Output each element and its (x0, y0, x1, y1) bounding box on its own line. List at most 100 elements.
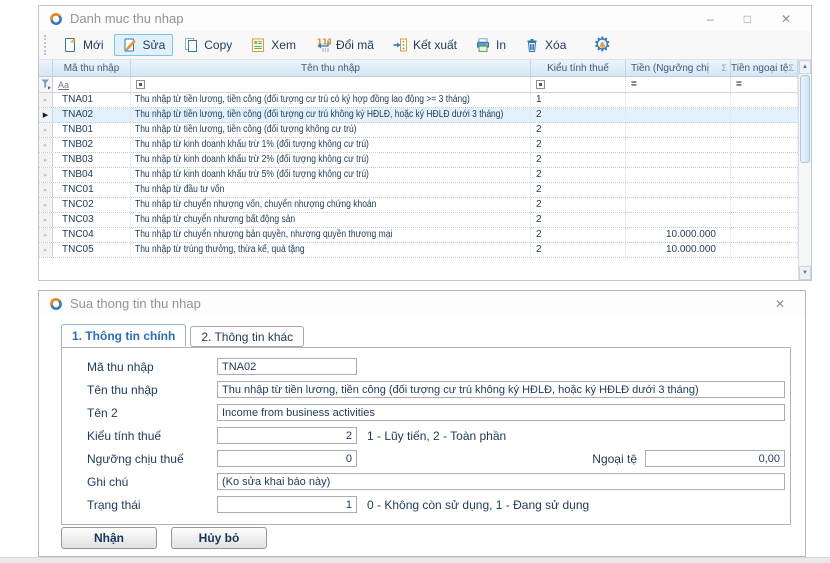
scrollbar-thumb[interactable] (800, 75, 810, 163)
row-pointer-icon: ▸ (44, 187, 48, 194)
table-row[interactable]: ▸ TNB03 Thu nhập từ kinh doanh khấu trừ … (39, 153, 798, 168)
foreign-currency-field[interactable] (645, 450, 785, 467)
column-header-foreign-label: Tiền ngoại tệ (731, 63, 788, 74)
row-tax-type: 2 (531, 183, 626, 197)
row-pointer-icon: ▸ (44, 127, 48, 134)
cancel-button[interactable]: Hủy bỏ (171, 527, 267, 549)
row-pointer-icon: ▸ (44, 97, 48, 104)
column-header-tax-type[interactable]: Kiểu tính thuế (531, 60, 626, 77)
close-icon[interactable]: ✕ (781, 13, 791, 25)
code-label: Mã thu nhập (87, 360, 217, 374)
row-code: TNC05 (53, 243, 131, 257)
row-indicator: ▸ (39, 228, 53, 242)
row-foreign-currency (731, 168, 798, 182)
table-row[interactable]: ▸ TNB01 Thu nhập từ tiền lương, tiền côn… (39, 123, 798, 138)
row-name-cell: Thu nhập từ chuyển nhượng bản quyền, như… (131, 228, 531, 242)
column-header-foreign-currency[interactable]: Tiền ngoại tệ Σ (731, 60, 798, 77)
tax-type-field[interactable] (217, 427, 357, 444)
delete-button[interactable]: Xóa (516, 34, 574, 56)
name-label: Tên thu nhập (87, 383, 217, 397)
tab-main-info[interactable]: 1. Thông tin chính (61, 324, 186, 347)
row-indicator: ▸ (39, 243, 53, 257)
table-row[interactable]: ▸ TNC01 Thu nhập từ đầu tư vốn 2 (39, 183, 798, 198)
sum-icon[interactable]: Σ (721, 63, 730, 73)
new-button[interactable]: Mới (54, 34, 112, 56)
row-name-cell: Thu nhập từ chuyển nhượng vốn, chuyển nh… (131, 198, 531, 212)
row-code: TNB04 (53, 168, 131, 182)
form-row-threshold: Ngưỡng chịu thuế Ngoại tệ (62, 447, 790, 470)
minimize-icon[interactable]: – (707, 13, 714, 25)
form-row-name: Tên thu nhập (62, 378, 790, 401)
scroll-down-icon[interactable]: ▼ (799, 266, 811, 280)
copy-button[interactable]: Copy (175, 34, 240, 56)
table-row[interactable]: ▸ TNB02 Thu nhập từ kinh doanh khấu trừ … (39, 138, 798, 153)
equals-filter-icon: = (631, 79, 637, 90)
row-tax-type: 2 (531, 108, 626, 122)
filter-indicator-cell (39, 77, 53, 93)
row-pointer-icon: ▸ (44, 157, 48, 164)
row-threshold (626, 138, 731, 152)
name2-label: Tên 2 (87, 406, 217, 420)
threshold-field[interactable] (217, 450, 357, 467)
table-row[interactable]: ▸ TNC03 Thu nhập từ chuyển nhượng bất độ… (39, 213, 798, 228)
row-tax-type: 2 (531, 243, 626, 257)
row-foreign-currency (731, 138, 798, 152)
copy-button-label: Copy (204, 38, 232, 52)
settings-button[interactable]: ⚙ (590, 34, 614, 56)
filter-threshold-cell[interactable]: = (626, 77, 731, 93)
column-header-name[interactable]: Tên thu nhập (131, 60, 531, 77)
grid-vertical-scrollbar[interactable]: ▲ ▼ (798, 60, 811, 280)
row-foreign-currency (731, 213, 798, 227)
export-button[interactable]: Kết xuất (384, 34, 465, 56)
action-buttons: Nhận Hủy bỏ (61, 527, 267, 549)
table-row[interactable]: ▸ TNA01 Thu nhập từ tiền lương, tiền côn… (39, 93, 798, 108)
table-row[interactable]: ▸ TNC04 Thu nhập từ chuyển nhượng bản qu… (39, 228, 798, 243)
maximize-icon[interactable]: □ (744, 13, 751, 25)
name-field[interactable] (217, 381, 785, 398)
status-field[interactable] (217, 496, 357, 513)
filter-code-cell[interactable]: Aa (53, 77, 131, 93)
filter-funnel-icon[interactable] (41, 79, 51, 90)
filter-foreign-cell[interactable]: = (731, 77, 798, 93)
export-button-label: Kết xuất (413, 38, 457, 52)
row-name: Thu nhập từ kinh doanh khấu trừ 1% (đối … (135, 138, 369, 152)
close-icon[interactable]: ✕ (775, 298, 785, 310)
tab-other-info[interactable]: 2. Thông tin khác (190, 326, 304, 347)
change-code-button[interactable]: 111 Đổi mã (306, 34, 382, 56)
row-name-cell: Thu nhập từ chuyển nhượng bất động sản (131, 213, 531, 227)
window-title: Danh muc thu nhap (70, 11, 183, 26)
sum-icon[interactable]: Σ (788, 63, 797, 73)
print-button[interactable]: In (467, 34, 514, 56)
view-button[interactable]: Xem (242, 34, 304, 56)
row-tax-type: 2 (531, 228, 626, 242)
scroll-up-icon[interactable]: ▲ (799, 60, 811, 74)
accept-button[interactable]: Nhận (61, 527, 157, 549)
row-name-cell: Thu nhập từ tiền lương, tiền công (đối t… (131, 93, 531, 107)
toolbar-grip[interactable] (44, 35, 47, 55)
change-code-icon: 111 (314, 37, 331, 53)
filter-tax-cell[interactable] (531, 77, 626, 93)
row-indicator: ▸ (39, 213, 53, 227)
row-threshold (626, 198, 731, 212)
value-filter-icon (536, 80, 545, 89)
name2-field[interactable] (217, 404, 785, 421)
note-field[interactable] (217, 473, 785, 490)
column-header-code[interactable]: Mã thu nhập (53, 60, 131, 77)
column-header-threshold[interactable]: Tiền (Ngưỡng chị Σ (626, 60, 731, 77)
filter-name-cell[interactable] (131, 77, 531, 93)
row-tax-type: 2 (531, 138, 626, 152)
edit-button[interactable]: Sửa (114, 34, 174, 56)
export-icon (392, 37, 408, 53)
table-row[interactable]: ▸ TNB04 Thu nhập từ kinh doanh khấu trừ … (39, 168, 798, 183)
income-grid: Mã thu nhập Tên thu nhập Kiểu tính thuế … (39, 60, 811, 280)
code-field[interactable] (217, 358, 357, 375)
row-indicator: ▸ (39, 198, 53, 212)
table-row[interactable]: ▸ TNC05 Thu nhập từ trúng thưởng, thừa k… (39, 243, 798, 258)
row-name-cell: Thu nhập từ đầu tư vốn (131, 183, 531, 197)
print-icon (475, 37, 491, 53)
table-row[interactable]: ▶ TNA02 Thu nhập từ tiền lương, tiền côn… (39, 108, 798, 123)
row-tax-type: 2 (531, 123, 626, 137)
row-name-cell: Thu nhập từ trúng thưởng, thừa kế, quà t… (131, 243, 531, 257)
grid-header-row: Mã thu nhập Tên thu nhập Kiểu tính thuế … (39, 60, 798, 77)
table-row[interactable]: ▸ TNC02 Thu nhập từ chuyển nhượng vốn, c… (39, 198, 798, 213)
